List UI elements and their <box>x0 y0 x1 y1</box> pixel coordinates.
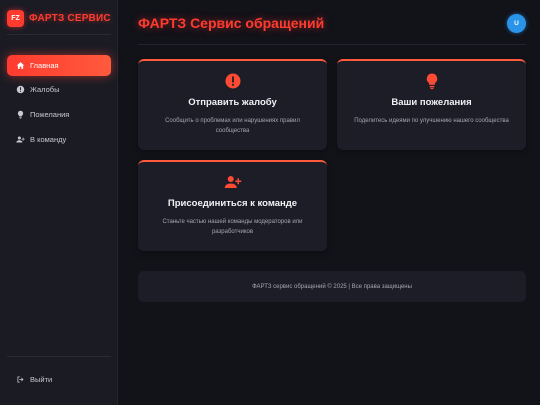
sidebar-item-complaints[interactable]: Жалобы <box>7 79 111 100</box>
wishes-card[interactable]: Ваши пожелания Поделитесь идеями по улуч… <box>337 59 526 150</box>
lightbulb-icon <box>422 71 442 91</box>
sidebar-item-label: Пожелания <box>30 110 70 119</box>
card-title: Ваши пожелания <box>391 97 472 108</box>
card-description: Станьте частью нашей команды модераторов… <box>162 219 303 235</box>
brand-logo: FZ <box>7 9 24 27</box>
sidebar: FZ ФАРТЗ СЕРВИС Главная Жалобы Пожелания… <box>0 0 118 405</box>
footer-text: ФАРТЗ сервис обращений © 2025 | Все прав… <box>252 283 412 290</box>
user-plus-icon <box>223 172 243 192</box>
lightbulb-icon <box>14 109 26 121</box>
logout-icon <box>14 374 26 386</box>
card-description: Поделитесь идеями по улучшению нашего со… <box>354 118 509 124</box>
page-title: ФАРТЗ Сервис обращений <box>138 15 325 31</box>
alert-circle-icon <box>14 84 26 96</box>
avatar[interactable]: U <box>507 14 526 33</box>
card-title: Присоединиться к команде <box>167 198 298 209</box>
home-icon <box>14 60 26 72</box>
sidebar-divider <box>7 34 111 35</box>
footer: ФАРТЗ сервис обращений © 2025 | Все прав… <box>138 271 526 302</box>
sidebar-item-team[interactable]: В команду <box>7 129 111 150</box>
logout-label: Выйти <box>30 375 53 384</box>
header-divider <box>138 44 526 45</box>
join-team-card[interactable]: Присоединиться к команде Станьте частью … <box>138 160 327 251</box>
sidebar-item-label: Жалобы <box>30 85 60 94</box>
sidebar-item-wishes[interactable]: Пожелания <box>7 104 111 125</box>
card-title: Отправить жалобу <box>188 97 277 108</box>
sidebar-item-label: В команду <box>30 135 67 144</box>
sidebar-item-label: Главная <box>30 61 59 70</box>
sidebar-item-home[interactable]: Главная <box>7 55 111 76</box>
logout-button[interactable]: Выйти <box>7 369 111 390</box>
card-description: Сообщить о проблемах или нарушениях прав… <box>165 118 300 134</box>
alert-circle-icon <box>223 71 243 91</box>
brand[interactable]: FZ ФАРТЗ СЕРВИС <box>7 9 111 27</box>
brand-name: ФАРТЗ СЕРВИС <box>29 12 111 24</box>
complaint-card[interactable]: Отправить жалобу Сообщить о проблемах ил… <box>138 59 327 150</box>
user-plus-icon <box>14 134 26 146</box>
sidebar-divider <box>7 356 111 357</box>
